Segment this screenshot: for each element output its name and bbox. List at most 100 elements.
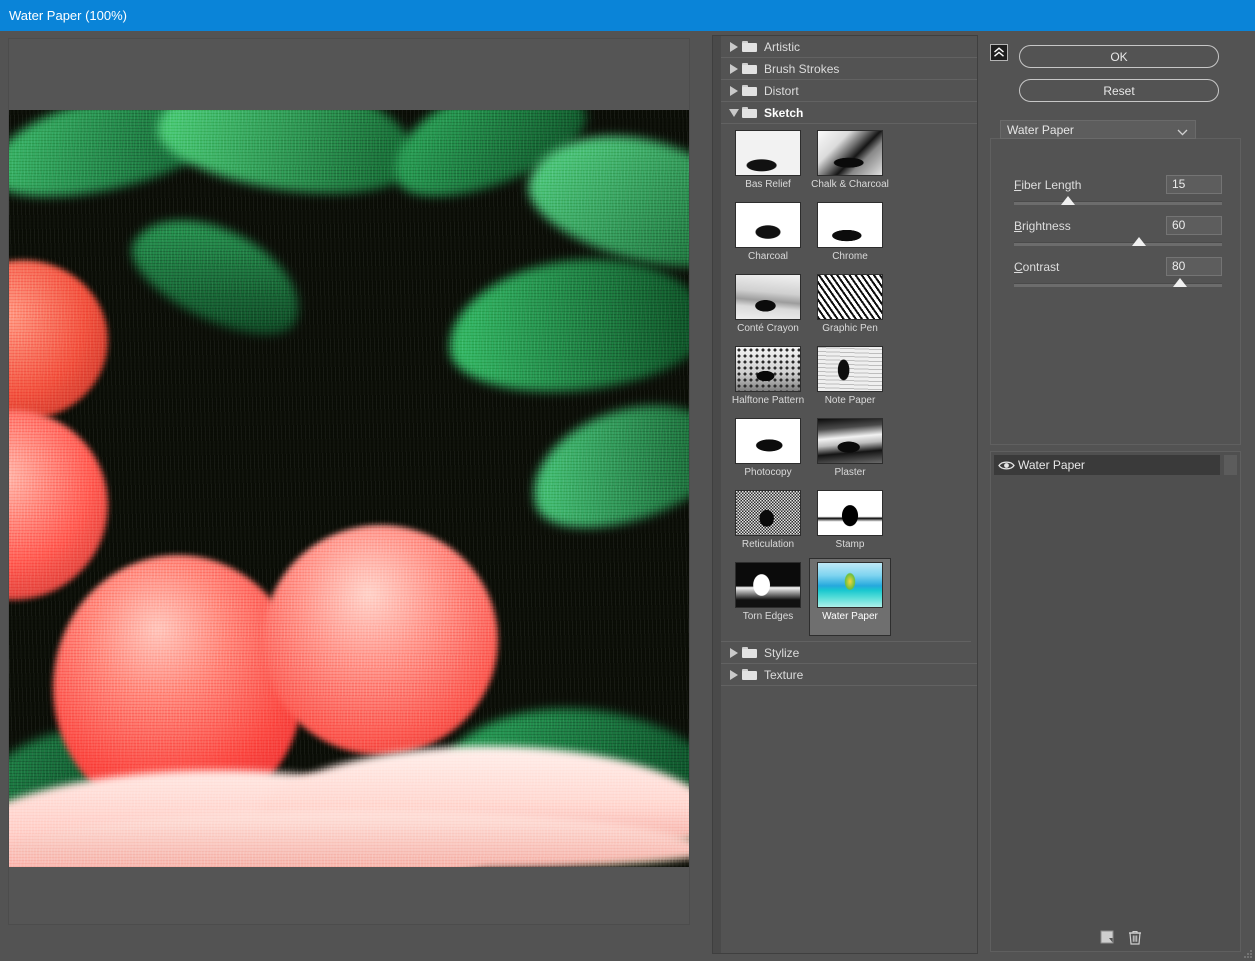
folder-icon <box>742 107 757 118</box>
filter-thumbnail-photocopy[interactable]: Photocopy <box>727 414 809 485</box>
filter-thumbnail-charcoal[interactable]: Charcoal <box>727 198 809 269</box>
category-row-brush-strokes[interactable]: Brush Strokes <box>721 58 977 80</box>
category-label: Sketch <box>764 106 803 120</box>
accel-letter: B <box>1014 219 1022 233</box>
filter-thumbnail-label: Note Paper <box>825 395 876 406</box>
contrast-input[interactable]: 80 <box>1166 257 1222 276</box>
collapse-panel-button[interactable] <box>990 44 1008 61</box>
brightness-track[interactable] <box>1014 242 1222 246</box>
filter-thumbnail-chrome[interactable]: Chrome <box>809 198 891 269</box>
filter-thumbnail-image <box>817 346 883 392</box>
category-row-stylize[interactable]: Stylize <box>721 642 977 664</box>
brightness-input[interactable]: 60 <box>1166 216 1222 235</box>
eye-icon[interactable] <box>994 460 1018 471</box>
category-row-artistic[interactable]: Artistic <box>721 36 977 58</box>
filter-thumbnail-image <box>735 130 801 176</box>
accel-letter: C <box>1014 260 1023 274</box>
window-titlebar: Water Paper (100%) <box>0 0 1255 31</box>
fiber-length-track[interactable] <box>1014 201 1222 205</box>
filter-thumbnail-torn-edges[interactable]: Torn Edges <box>727 558 809 629</box>
reset-button[interactable]: Reset <box>1019 79 1219 102</box>
fiber-length-input[interactable]: 15 <box>1166 175 1222 194</box>
effect-layers-panel: Water Paper <box>990 451 1241 952</box>
filter-thumbnail-water-paper[interactable]: Water Paper <box>809 558 891 636</box>
double-chevron-up-icon <box>993 47 1005 58</box>
category-row-distort[interactable]: Distort <box>721 80 977 102</box>
filter-thumbnail-label: Chalk & Charcoal <box>811 179 889 190</box>
filter-gallery-dialog: Water Paper (100%) <box>0 0 1255 961</box>
filter-thumbnail-note-paper[interactable]: Note Paper <box>809 342 891 413</box>
preview-pane: ▫ ▪ 100% <box>0 31 709 961</box>
contrast-thumb[interactable] <box>1173 278 1187 287</box>
folder-icon <box>742 41 757 52</box>
filter-thumbnail-image <box>817 274 883 320</box>
filter-category-list: ArtisticBrush Strokes Distort Sketch Bas Re… <box>721 36 977 953</box>
filter-thumbnail-plaster[interactable]: Plaster <box>809 414 891 485</box>
browser-vertical-scrollbar[interactable] <box>713 36 721 953</box>
filter-thumbnail-graphic-pen[interactable]: Graphic Pen <box>809 270 891 341</box>
filter-thumbnail-halftone-pattern[interactable]: Halftone Pattern <box>727 342 809 413</box>
filter-thumbnail-image <box>817 202 883 248</box>
filter-select-value: Water Paper <box>1007 123 1074 137</box>
filter-thumbnail-label: Plaster <box>834 467 865 478</box>
contrast-track[interactable] <box>1014 283 1222 287</box>
filter-thumbnail-image <box>817 130 883 176</box>
filter-thumbnail-image <box>817 562 883 608</box>
layers-footer <box>991 923 1240 951</box>
filter-thumbnail-stamp[interactable]: Stamp <box>809 486 891 557</box>
filter-thumbnail-image <box>817 418 883 464</box>
filter-thumbnail-label: Charcoal <box>748 251 788 262</box>
filter-thumbnail-image <box>735 490 801 536</box>
chevron-right-icon[interactable] <box>726 670 742 680</box>
chevron-right-icon[interactable] <box>726 648 742 658</box>
filter-thumbnail-grid: Bas Relief Chalk & Charcoal Charcoal Chrome… <box>721 124 971 642</box>
filter-thumbnail-label: Photocopy <box>744 467 791 478</box>
chevron-right-icon[interactable] <box>726 86 742 96</box>
window-title: Water Paper (100%) <box>9 8 127 23</box>
filter-thumbnail-image <box>735 346 801 392</box>
filter-thumbnail-label: Bas Relief <box>745 179 791 190</box>
filter-thumbnail-image <box>735 202 801 248</box>
category-row-sketch[interactable]: Sketch <box>721 102 977 124</box>
folder-icon <box>742 63 757 74</box>
brightness-thumb[interactable] <box>1132 237 1146 246</box>
category-row-texture[interactable]: Texture <box>721 664 977 686</box>
filter-thumbnail-label: Halftone Pattern <box>732 395 804 406</box>
slider-label: Brightness <box>1014 219 1071 233</box>
chevron-right-icon[interactable] <box>726 42 742 52</box>
filtered-image-preview <box>8 110 690 867</box>
filter-thumbnail-label: Conté Crayon <box>737 323 799 334</box>
filter-thumbnail-label: Torn Edges <box>743 611 794 622</box>
filter-thumbnail-label: Graphic Pen <box>822 323 878 334</box>
filter-thumbnail-bas-relief[interactable]: Bas Relief <box>727 126 809 197</box>
chevron-down-icon[interactable] <box>726 109 742 117</box>
label-rest: ontrast <box>1023 260 1060 274</box>
category-label: Texture <box>764 668 803 682</box>
chevron-right-icon[interactable] <box>726 64 742 74</box>
filter-select-dropdown[interactable]: Water Paper <box>1000 120 1196 139</box>
ok-button[interactable]: OK <box>1019 45 1219 68</box>
slider-label: Fiber Length <box>1014 178 1081 192</box>
layers-scrollbar[interactable] <box>1224 455 1237 475</box>
new-effect-layer-icon[interactable] <box>1099 929 1115 945</box>
filter-thumbnail-label: Chrome <box>832 251 868 262</box>
filter-browser-panel: ArtisticBrush Strokes Distort Sketch Bas Re… <box>712 35 978 954</box>
filter-thumbnail-reticulation[interactable]: Reticulation <box>727 486 809 557</box>
water-paper-fiber-texture-2 <box>8 110 690 867</box>
resize-grip[interactable] <box>1241 947 1253 959</box>
category-label: Distort <box>764 84 799 98</box>
settings-panel: OK Reset Water Paper Fiber Length 15 Bri… <box>985 31 1255 961</box>
slider-fiber-length: Fiber Length 15 <box>1014 175 1222 205</box>
effect-layer-row[interactable]: Water Paper <box>994 455 1220 475</box>
filter-thumbnail-image <box>817 490 883 536</box>
label-rest: rightness <box>1022 219 1071 233</box>
filter-thumbnail-chalk-charcoal[interactable]: Chalk & Charcoal <box>809 126 891 197</box>
preview-canvas[interactable] <box>8 38 690 925</box>
fiber-length-thumb[interactable] <box>1061 196 1075 205</box>
label-rest: iber Length <box>1021 178 1081 192</box>
category-label: Stylize <box>764 646 799 660</box>
folder-icon <box>742 669 757 680</box>
trash-icon[interactable] <box>1127 929 1143 945</box>
filter-thumbnail-cont-crayon[interactable]: Conté Crayon <box>727 270 809 341</box>
slider-contrast: Contrast 80 <box>1014 257 1222 287</box>
